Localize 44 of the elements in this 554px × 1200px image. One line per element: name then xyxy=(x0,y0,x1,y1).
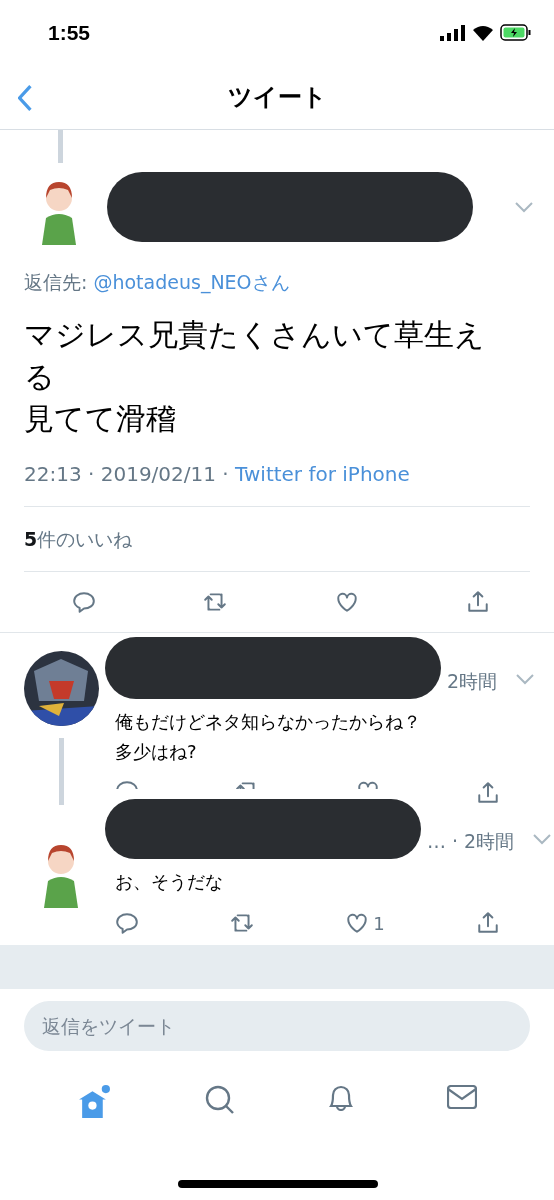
share-icon xyxy=(476,781,500,805)
reply-text: 多少はね? xyxy=(114,740,198,764)
reply-button[interactable] xyxy=(72,590,96,614)
bell-icon[interactable] xyxy=(329,1085,353,1111)
share-button[interactable] xyxy=(466,590,490,614)
retweet-icon xyxy=(230,911,255,935)
reply-icon xyxy=(115,781,139,789)
back-icon[interactable] xyxy=(18,85,32,111)
heart-icon xyxy=(345,911,370,935)
search-icon[interactable] xyxy=(205,1085,235,1115)
likes-count[interactable]: 5件のいいね xyxy=(24,507,530,572)
heart-icon xyxy=(334,590,359,614)
reply-icon xyxy=(115,911,139,935)
retweet-button[interactable] xyxy=(230,911,255,935)
reply-field[interactable]: 返信をツイート xyxy=(24,1001,530,1051)
tweet-text: マジレス兄貴たくさんいて草生える xyxy=(24,316,486,396)
like-button[interactable] xyxy=(334,590,359,614)
tweet-timestamp: 22:13 · 2019/02/11 · Twitter for iPhone xyxy=(24,462,530,507)
retweet-button[interactable] xyxy=(203,590,228,614)
wifi-icon xyxy=(472,24,494,41)
reply-button[interactable] xyxy=(115,781,139,789)
like-button[interactable]: 1 xyxy=(345,911,385,935)
tweet-text: 見てて滑稽 xyxy=(24,400,177,438)
reply-time: 2時間 xyxy=(447,669,498,694)
like-button[interactable] xyxy=(355,781,380,789)
mail-icon[interactable] xyxy=(447,1085,477,1109)
heart-icon xyxy=(355,781,380,789)
reply-text: 俺もだけどネタ知らなかったからね？ xyxy=(114,710,422,734)
screen-title: ツイート xyxy=(227,82,327,113)
share-icon xyxy=(475,911,500,935)
share-icon xyxy=(466,590,490,614)
status-time: 1:55 xyxy=(48,20,91,45)
reply-text: お、そうだな xyxy=(114,870,224,894)
source-link[interactable]: Twitter for iPhone xyxy=(235,462,410,486)
share-button[interactable] xyxy=(476,781,500,805)
reply-icon xyxy=(72,590,96,614)
share-button[interactable] xyxy=(475,911,500,935)
mention-link[interactable]: @hotadeus_NEOさん xyxy=(93,271,290,293)
battery-icon xyxy=(500,24,532,41)
reply-time: … · 2時間 xyxy=(427,829,515,854)
signal-icon xyxy=(440,24,466,41)
retweet-icon xyxy=(203,590,228,614)
reply-button[interactable] xyxy=(115,911,139,935)
reply-to-line: 返信先: @hotadeus_NEOさん xyxy=(24,270,291,296)
